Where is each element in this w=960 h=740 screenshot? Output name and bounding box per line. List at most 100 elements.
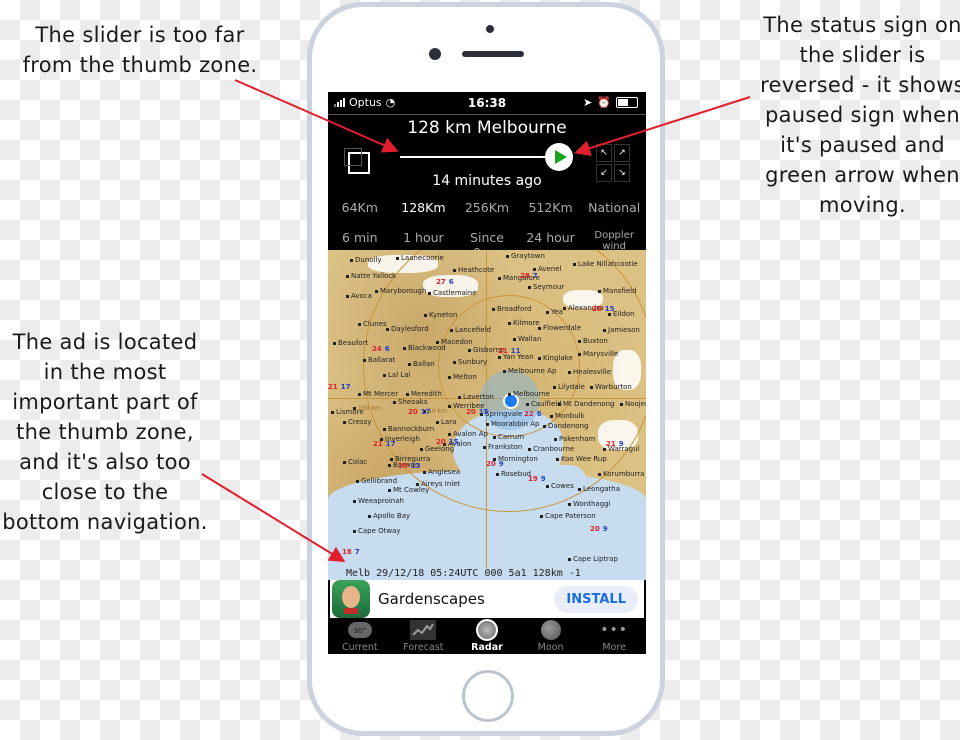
ad-app-icon[interactable] [332, 580, 370, 618]
weather-observation: 27 6 [436, 278, 454, 286]
town-label: Cape Paterson [540, 512, 596, 520]
town-label: Sunbury [453, 358, 487, 366]
obs-wind: 13 [410, 462, 421, 470]
time-ago-label: 14 minutes ago [432, 173, 542, 189]
weather-observation: 24 6 [372, 345, 390, 353]
battery-icon [616, 97, 638, 108]
obs-temp: 24 [372, 345, 382, 353]
range-option-64km[interactable]: 64Km [328, 200, 392, 215]
town-label: Daylesford [386, 325, 429, 333]
town-label: Caulfield [526, 400, 562, 408]
weather-observation: 21 17 [328, 383, 351, 391]
town-label: Lara [436, 418, 456, 426]
range-option-national[interactable]: National [582, 200, 646, 215]
status-separator [328, 114, 646, 115]
town-label: Heathcote [453, 266, 494, 274]
obs-wind: 7 [354, 548, 360, 556]
tab-forecast[interactable]: Forecast [392, 618, 456, 654]
town-label: Dandenong [543, 422, 588, 430]
ad-title[interactable]: Gardenscapes [378, 590, 554, 608]
tab-moon[interactable]: Moon [519, 618, 583, 654]
town-label: Rosebud [496, 470, 531, 478]
town-label: Lake Nillahcootie [573, 260, 638, 268]
obs-temp: 20 [466, 408, 476, 416]
town-label: Korumburra [598, 470, 644, 478]
town-label: Laanecoorie [396, 254, 444, 262]
obs-temp: 20 [436, 438, 446, 446]
pan-up-right-icon[interactable]: ↗ [614, 144, 630, 162]
tab-current[interactable]: 30° Current [328, 618, 392, 654]
obs-temp: 20 [486, 460, 496, 468]
obs-temp: 20 [408, 408, 418, 416]
town-label: Melbourne [508, 390, 550, 398]
ring-label-100km: 100 km [353, 405, 381, 412]
chart-icon [410, 620, 437, 640]
time-slider[interactable] [400, 156, 552, 158]
tab-label: Forecast [403, 642, 444, 653]
obs-wind: 9 [498, 460, 504, 468]
range-option-512km[interactable]: 512Km [519, 200, 583, 215]
range-option-256km[interactable]: 256Km [455, 200, 519, 215]
town-label: Natte Yallock [346, 272, 396, 280]
radar-legend: Melb 29/12/18 05:24UTC 000 5a1 128km -1 [328, 568, 646, 580]
weather-observation: 18 7 [342, 548, 360, 556]
town-label: Broadford [492, 305, 532, 313]
moon-icon [540, 620, 561, 640]
home-button[interactable] [462, 670, 514, 722]
obs-wind: 9 [602, 525, 608, 533]
radar-map[interactable]: Dunolly Laanecoorie Heathcote Graytown A… [328, 250, 646, 580]
weather-observation: 22 6 [524, 410, 542, 418]
layers-toggle-icon[interactable] [344, 148, 370, 174]
tab-radar[interactable]: Radar [455, 618, 519, 654]
weather-observation: 19 13 [398, 462, 421, 470]
range-option-128km[interactable]: 128Km [392, 200, 456, 215]
town-label: Kilmore [508, 319, 540, 327]
weather-observation: 20 17 [408, 408, 431, 416]
tab-label: Radar [471, 642, 503, 653]
weather-observation: 20 15 [466, 408, 489, 416]
radar-icon [475, 619, 498, 641]
obs-temp: 21 [498, 347, 508, 355]
obs-temp: 20 [590, 525, 600, 533]
town-label: Maryborough [375, 287, 426, 295]
town-label: Cressy [343, 418, 371, 426]
weather-observation: 20 9 [590, 525, 608, 533]
town-label: Moorabbin Ap [486, 420, 540, 428]
weather-observation: 21 9 [606, 440, 624, 448]
weather-observation: 21 11 [498, 347, 521, 355]
obs-wind: 17 [340, 383, 351, 391]
town-label: Lal Lal [383, 371, 411, 379]
town-label: Seymour [528, 283, 564, 291]
town-label: Weeaproinah [353, 497, 404, 505]
obs-temp: 27 [436, 278, 446, 286]
town-label: Cape Liptrap [568, 555, 618, 563]
town-label: Wonthaggi [568, 500, 611, 508]
pan-up-left-icon[interactable]: ↖ [596, 144, 612, 162]
tab-more[interactable]: ••• More [582, 618, 646, 654]
town-label: Mt Dandenong [558, 400, 614, 408]
obs-temp: 28 [520, 272, 530, 280]
town-label: Castlemaine [428, 289, 477, 297]
play-button[interactable] [545, 143, 573, 171]
town-label: Monbulk [550, 412, 585, 420]
ad-banner[interactable]: Gardenscapes INSTALL [330, 580, 644, 618]
town-label: Beaufort [333, 339, 368, 347]
obs-wind: 15 [448, 438, 459, 446]
town-label: Avoca [346, 292, 372, 300]
town-label: Mt Mercer [358, 390, 398, 398]
ad-install-button[interactable]: INSTALL [554, 585, 638, 613]
town-label: Lancefield [450, 326, 491, 334]
town-label: Clunes [358, 320, 387, 328]
town-label: Leongatha [578, 485, 620, 493]
town-label: Cranbourne [528, 445, 574, 453]
annotation-ad: The ad is located in the most important … [2, 330, 208, 534]
obs-temp: 21 [328, 383, 338, 391]
town-label: Warburton [590, 383, 632, 391]
annotation-status-sign: The status sign on the slider is reverse… [760, 13, 960, 217]
town-label: Koo Wee Rup [556, 455, 607, 463]
weather-observation: 20 9 [486, 460, 504, 468]
obs-wind: 15 [604, 305, 615, 313]
obs-wind: 7 [532, 272, 538, 280]
obs-temp: 19 [528, 475, 538, 483]
town-label: Jamieson [603, 326, 640, 334]
